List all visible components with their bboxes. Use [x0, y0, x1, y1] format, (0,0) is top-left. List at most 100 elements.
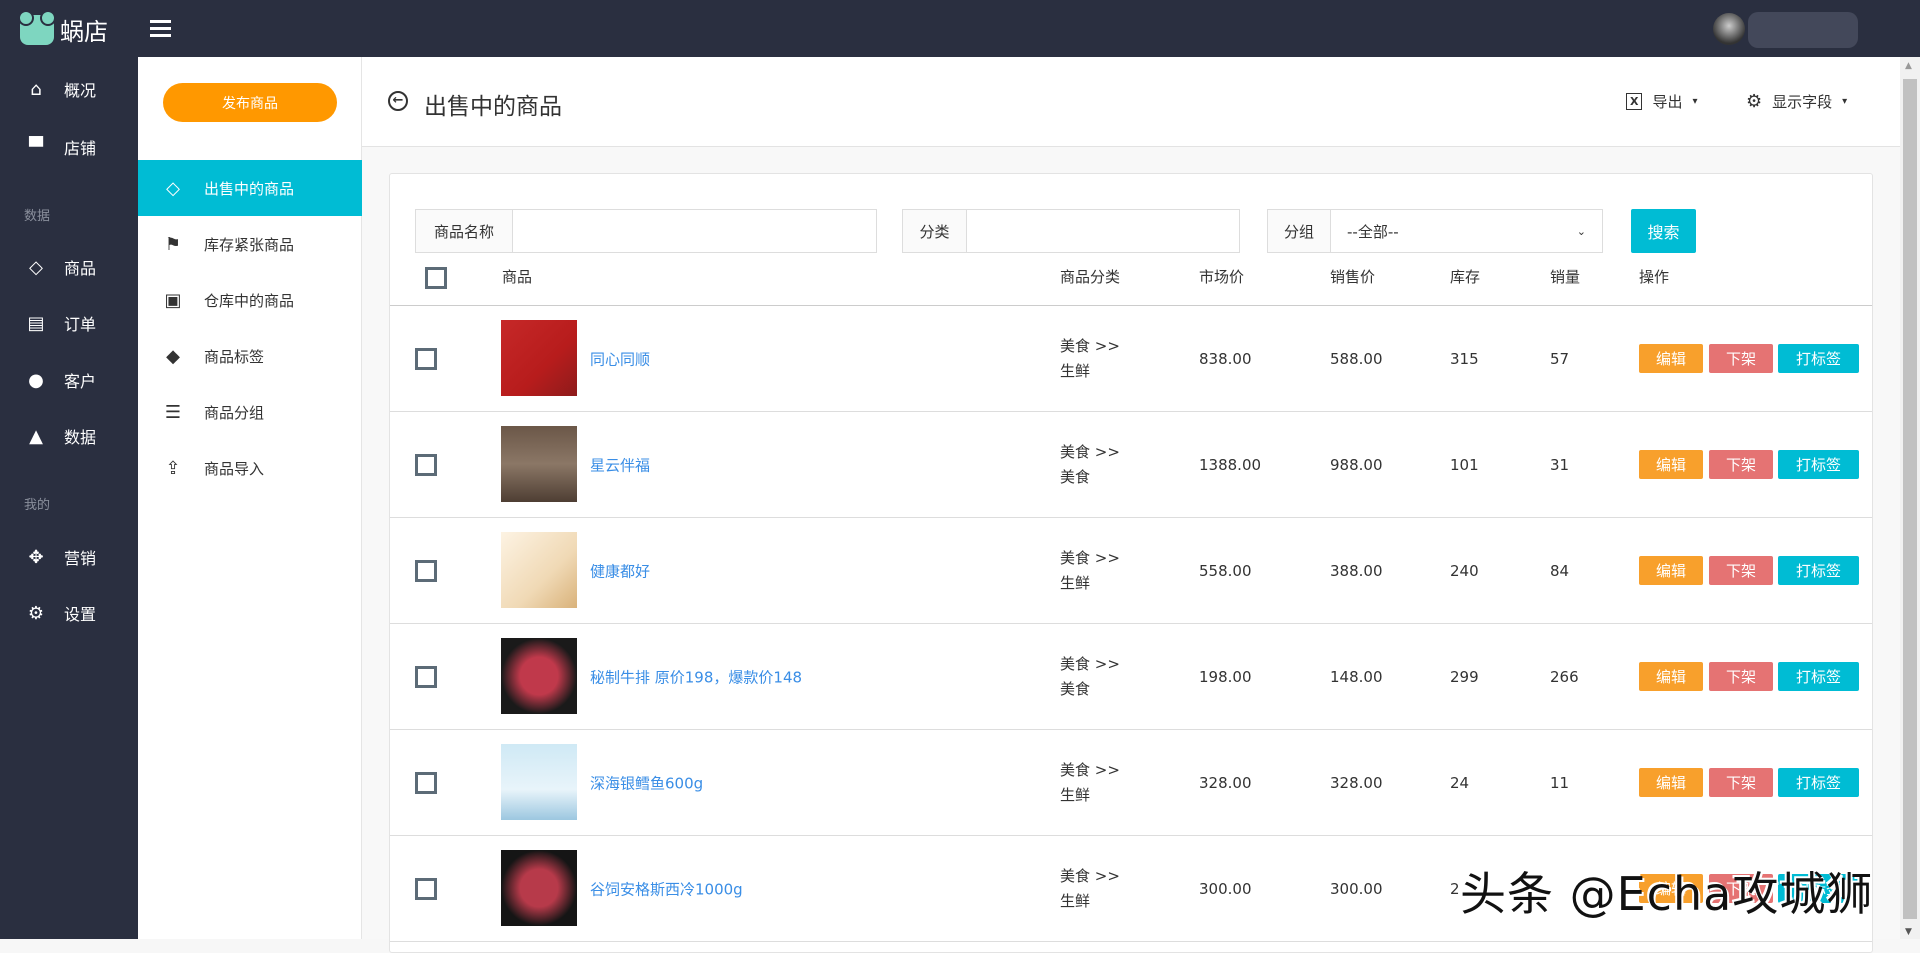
category-cell: 美食 >> 美食	[1060, 440, 1120, 490]
avatar[interactable]	[1713, 13, 1745, 45]
group-select[interactable]: --全部-- ⌄	[1331, 210, 1602, 252]
product-thumbnail[interactable]	[501, 320, 577, 396]
tag-button[interactable]: 打标签	[1778, 556, 1859, 585]
list-icon: ☰	[164, 401, 182, 423]
row-checkbox[interactable]	[415, 666, 437, 688]
market-price-cell: 838.00	[1199, 349, 1252, 368]
edit-button[interactable]: 编辑	[1639, 768, 1703, 797]
subnav-item-3[interactable]: ◆ 商品标签	[138, 328, 362, 384]
market-price-cell: 198.00	[1199, 667, 1252, 686]
category-parent: 美食 >>	[1060, 548, 1120, 567]
display-fields-dropdown[interactable]: ⚙ 显示字段 ▾	[1746, 91, 1847, 112]
back-arrow-icon[interactable]: ←	[388, 91, 408, 111]
market-price-cell: 1388.00	[1199, 455, 1262, 474]
product-name-link[interactable]: 同心同顺	[590, 348, 650, 369]
sidebar-item-5[interactable]: ▲ 数据	[0, 416, 138, 456]
product-thumbnail[interactable]	[501, 426, 577, 502]
sale-price-cell: 988.00	[1330, 455, 1383, 474]
user-name-blurred[interactable]	[1748, 12, 1858, 48]
logo[interactable]: 蜗店	[18, 9, 108, 47]
market-price-cell: 328.00	[1199, 773, 1252, 792]
product-thumbnail[interactable]	[501, 744, 577, 820]
subnav-item-4[interactable]: ☰ 商品分组	[138, 384, 362, 440]
sidebar-item-0[interactable]: ⌂ 概况	[0, 69, 138, 109]
subnav-item-0[interactable]: ◇ 出售中的商品	[138, 160, 362, 216]
sidebar-item-4[interactable]: ● 客户	[0, 360, 138, 400]
stock-cell: 101	[1450, 455, 1479, 474]
user-icon: ●	[28, 369, 44, 391]
edit-button[interactable]: 编辑	[1639, 344, 1703, 373]
row-checkbox[interactable]	[415, 454, 437, 476]
delist-button[interactable]: 下架	[1709, 662, 1773, 691]
sidebar-item-label: 店铺	[64, 139, 97, 158]
tag-icon: ◇	[166, 177, 180, 199]
row-checkbox[interactable]	[415, 878, 437, 900]
edit-button[interactable]: 编辑	[1639, 450, 1703, 479]
subnav-item-2[interactable]: ▣ 仓库中的商品	[138, 272, 362, 328]
publish-product-button[interactable]: 发布商品	[163, 83, 337, 122]
sidebar-item-label: 数据	[64, 428, 97, 447]
menu-toggle-icon[interactable]	[150, 20, 171, 37]
edit-button[interactable]: 编辑	[1639, 662, 1703, 691]
export-dropdown[interactable]: X 导出 ▾	[1626, 91, 1698, 112]
search-button[interactable]: 搜索	[1631, 209, 1696, 253]
sale-price-cell: 388.00	[1330, 561, 1383, 580]
tag-button[interactable]: 打标签	[1778, 450, 1859, 479]
product-name-link[interactable]: 深海银鳕鱼600g	[590, 772, 703, 793]
category-child: 生鲜	[1060, 361, 1091, 380]
table-row: 深海银鳕鱼600g 美食 >> 生鲜 328.00 328.00 24 11 编辑…	[390, 730, 1872, 836]
sidebar-item-label: 订单	[64, 315, 97, 334]
product-thumbnail[interactable]	[501, 850, 577, 926]
main-sidebar: ⌂ 概况 ▀ 店铺 ◇ 商品 ▤ 订单 ● 客户 ▲ 数据 ✥ 营销 ⚙ 设置 数据 我的	[0, 57, 138, 939]
delist-button[interactable]: 下架	[1709, 556, 1773, 585]
sale-price-cell: 148.00	[1330, 667, 1383, 686]
product-name-link[interactable]: 星云伴福	[590, 454, 650, 475]
category-cell: 美食 >> 生鲜	[1060, 334, 1120, 384]
scrollbar[interactable]: ▲ ▼	[1900, 57, 1920, 939]
category-filter-input[interactable]	[967, 210, 1239, 252]
name-filter-input[interactable]	[513, 210, 876, 252]
tag-button[interactable]: 打标签	[1778, 768, 1859, 797]
table-row: 星云伴福 美食 >> 美食 1388.00 988.00 101 31 编辑 下架…	[390, 412, 1872, 518]
column-header: 商品分类	[1060, 268, 1121, 286]
export-label: 导出	[1652, 93, 1683, 111]
row-checkbox[interactable]	[415, 772, 437, 794]
delist-button[interactable]: 下架	[1709, 768, 1773, 797]
row-checkbox[interactable]	[415, 348, 437, 370]
tag-button[interactable]: 打标签	[1778, 874, 1859, 903]
sidebar-item-label: 客户	[64, 372, 97, 391]
subnav-item-5[interactable]: ⇪ 商品导入	[138, 440, 362, 496]
tag-button[interactable]: 打标签	[1778, 662, 1859, 691]
sales-cell: 11	[1550, 773, 1570, 792]
delist-button[interactable]: 下架	[1709, 344, 1773, 373]
delist-button[interactable]: 下架	[1709, 450, 1773, 479]
select-all-checkbox[interactable]	[425, 267, 447, 289]
top-bar: 蜗店	[0, 0, 1920, 57]
row-checkbox[interactable]	[415, 560, 437, 582]
column-header: 商品	[502, 268, 533, 286]
delist-button[interactable]: 下架	[1709, 874, 1773, 903]
tag-button[interactable]: 打标签	[1778, 344, 1859, 373]
home-icon: ⌂	[30, 78, 42, 100]
subnav-item-label: 库存紧张商品	[204, 235, 295, 254]
chevron-down-icon: ▾	[1692, 96, 1698, 107]
edit-button[interactable]: 编辑	[1639, 874, 1703, 903]
product-name-link[interactable]: 健康都好	[590, 560, 650, 581]
category-parent: 美食 >>	[1060, 866, 1120, 885]
product-thumbnail[interactable]	[501, 532, 577, 608]
sidebar-item-1[interactable]: ▀ 店铺	[0, 127, 138, 167]
sidebar-item-6[interactable]: ✥ 营销	[0, 537, 138, 577]
scrollbar-thumb[interactable]	[1903, 79, 1917, 919]
sidebar-item-3[interactable]: ▤ 订单	[0, 303, 138, 343]
subnav-item-1[interactable]: ⚑ 库存紧张商品	[138, 216, 362, 272]
category-child: 美食	[1060, 679, 1091, 698]
sidebar-item-7[interactable]: ⚙ 设置	[0, 593, 138, 633]
edit-button[interactable]: 编辑	[1639, 556, 1703, 585]
stock-cell: 2	[1450, 879, 1460, 898]
product-name-link[interactable]: 秘制牛排 原价198，爆款价148	[590, 666, 802, 687]
page-header: ← 出售中的商品 X 导出 ▾ ⚙ 显示字段 ▾	[362, 57, 1900, 147]
category-cell: 美食 >> 美食	[1060, 652, 1120, 702]
product-name-link[interactable]: 谷饲安格斯西冷1000g	[590, 878, 743, 899]
product-thumbnail[interactable]	[501, 638, 577, 714]
sidebar-item-2[interactable]: ◇ 商品	[0, 247, 138, 287]
